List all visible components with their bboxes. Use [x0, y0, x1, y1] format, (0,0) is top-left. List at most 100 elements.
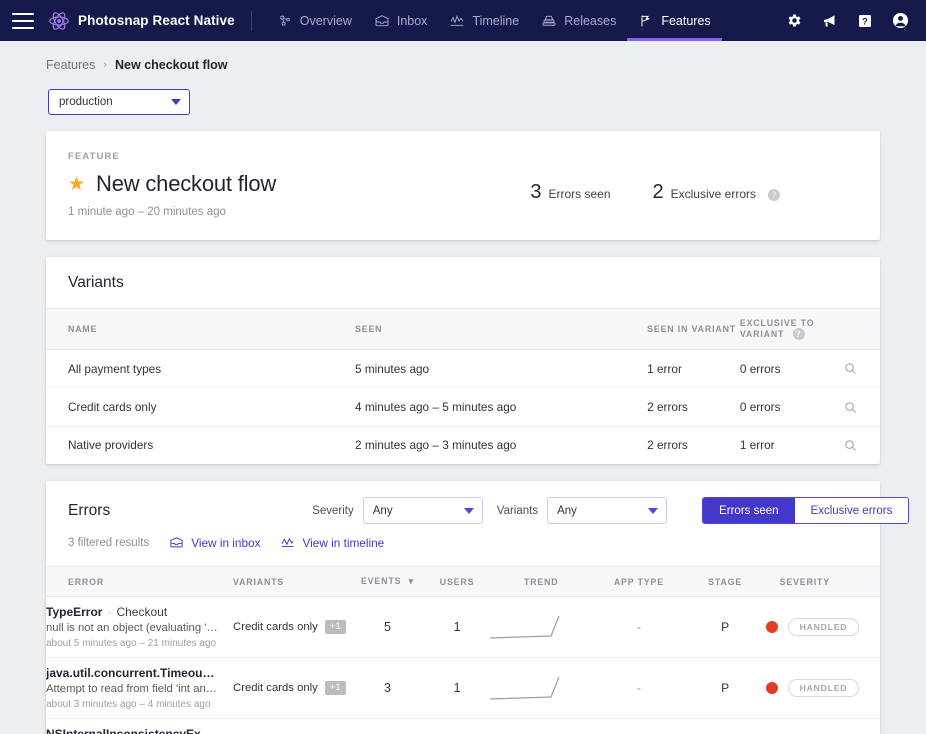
variant-chip-more[interactable]: +1 [324, 620, 346, 634]
errors-card: Errors Severity Any Variants Any Errors … [46, 481, 910, 734]
toggle-errors-seen[interactable]: Errors seen [703, 498, 795, 524]
variants-card-header: Variants [46, 257, 880, 308]
help-icon[interactable]: ? [857, 13, 873, 29]
view-in-timeline-link[interactable]: View in timeline [280, 535, 384, 550]
nav-item-inbox[interactable]: Inbox [363, 0, 439, 41]
feature-stats: 3 Errors seen 2 Exclusive errors ? [530, 151, 858, 218]
table-row[interactable]: java.util.concurrent.TimeoutEx… Attempt … [46, 657, 880, 720]
gear-icon[interactable] [786, 12, 803, 29]
variant-exclusive-to-variant: 0 errors [739, 349, 843, 389]
hamburger-icon[interactable] [12, 12, 34, 29]
error-users: 1 [424, 657, 490, 720]
timeline-icon [280, 535, 295, 550]
error-events: 5 [350, 596, 425, 659]
table-row[interactable]: NSInternalInconsistencyExcep… You haven'… [46, 719, 880, 734]
error-type: TypeError [46, 605, 103, 620]
flag-icon [638, 13, 654, 29]
errors-card-header: Errors Severity Any Variants Any Errors … [46, 481, 910, 566]
search-icon[interactable] [843, 438, 858, 453]
error-app-type: - [593, 596, 685, 659]
nav-item-releases-label: Releases [564, 13, 617, 28]
table-row[interactable]: Native providers 2 minutes ago – 3 minut… [46, 426, 880, 464]
sparkline-icon [489, 675, 593, 701]
error-stage: P [685, 719, 766, 734]
error-title: java.util.concurrent.TimeoutEx… [46, 666, 218, 680]
releases-icon [541, 13, 557, 29]
overview-icon [277, 13, 293, 29]
variant-chip-more[interactable]: +1 [324, 681, 346, 695]
variants-table: NAME SEEN SEEN IN VARIANT EXCLUSIVE TO V… [46, 308, 880, 464]
severity-filter-label: Severity [312, 504, 354, 517]
variants-filter-value: Any [557, 504, 577, 517]
status-badge: HANDLED [787, 618, 860, 637]
table-row[interactable]: All payment types 5 minutes ago 1 error … [46, 349, 880, 389]
errors-filters: Severity Any Variants Any Errors seen Ex… [312, 497, 910, 525]
variant-seen: 2 minutes ago – 3 minutes ago [355, 438, 517, 453]
toggle-exclusive-errors[interactable]: Exclusive errors [794, 498, 909, 524]
account-icon[interactable] [891, 11, 910, 30]
breadcrumb-parent[interactable]: Features [46, 58, 95, 72]
nav-item-timeline[interactable]: Timeline [438, 0, 530, 41]
errors-view-toggle: Errors seen Exclusive errors [702, 497, 910, 525]
chevron-down-icon: ▾ [408, 576, 414, 587]
megaphone-icon[interactable] [821, 12, 839, 30]
error-events: 1 [350, 719, 425, 734]
brand-link[interactable]: Photosnap React Native [48, 10, 235, 32]
top-navigation-bar: Photosnap React Native Overview Inbox Ti… [0, 0, 926, 41]
error-severity: HANDLED [765, 596, 880, 659]
variants-col-name: NAME [46, 308, 356, 350]
nav-item-overview[interactable]: Overview [266, 0, 363, 41]
errors-col-variants: VARIANTS [233, 566, 351, 598]
variant-seen-in-variant: 2 errors [647, 438, 688, 453]
view-in-inbox-link[interactable]: View in inbox [169, 535, 260, 550]
variant-name: Native providers [68, 438, 154, 453]
variant-seen: 4 minutes ago – 5 minutes ago [355, 387, 648, 427]
variants-filter: Variants Any [496, 497, 668, 525]
variants-col-exclusive-to-variant: EXCLUSIVE TO VARIANT ? [739, 308, 843, 350]
error-context: Checkout [116, 605, 168, 620]
variants-col-actions [843, 308, 880, 350]
help-circle-icon[interactable]: ? [768, 189, 780, 201]
errors-col-events[interactable]: EVENTS ▾ [350, 566, 425, 598]
errors-col-severity: SEVERITY [765, 566, 880, 598]
help-circle-icon[interactable]: ? [792, 328, 805, 340]
errors-header-top: Errors Severity Any Variants Any Errors … [68, 497, 910, 525]
variants-filter-label: Variants [496, 504, 539, 517]
variants-card: Variants NAME SEEN SEEN IN VARIANT EXCLU… [46, 257, 880, 465]
nav-item-features[interactable]: Features [627, 0, 723, 41]
variant-name: All payment types [46, 349, 356, 389]
stat-errors-seen: 3 Errors seen [530, 181, 610, 218]
environment-select[interactable]: production [48, 89, 190, 115]
error-trend [489, 596, 594, 659]
error-timespan: about 3 minutes ago – 4 minutes ago [46, 699, 211, 711]
error-type: NSInternalInconsistencyExcep… [46, 727, 218, 734]
table-row[interactable]: Credit cards only 4 minutes ago – 5 minu… [46, 387, 880, 427]
nav-item-releases[interactable]: Releases [530, 0, 627, 41]
variant-seen: 5 minutes ago [355, 349, 648, 389]
errors-col-trend: TREND [489, 566, 594, 598]
error-type: java.util.concurrent.TimeoutEx… [46, 666, 218, 681]
search-icon[interactable] [843, 361, 858, 376]
nav-right-icons: ? [786, 11, 910, 30]
severity-filter-select[interactable]: Any [362, 497, 483, 525]
errors-title: Errors [68, 501, 111, 519]
error-title: TypeError · Checkout [46, 605, 218, 619]
variant-actions [843, 387, 880, 427]
variants-title: Variants [68, 274, 124, 291]
table-row[interactable]: TypeError · Checkout null is not an object… [46, 596, 880, 659]
variants-col-seen: SEEN [355, 308, 648, 350]
error-title-separator: · [107, 605, 112, 620]
error-trend [489, 657, 594, 720]
feature-title-row: ★ New checkout flow [68, 171, 530, 197]
error-trend [489, 719, 593, 734]
severity-dot-icon [765, 682, 778, 695]
error-variants-cell: Credit cards only +1 [233, 657, 351, 720]
variants-filter-select[interactable]: Any [547, 497, 668, 525]
stat-exclusive-errors-value: 2 [652, 181, 664, 203]
variant-seen-in-variant: 2 errors [647, 387, 740, 427]
variant-seen-in-variant: 1 error [647, 349, 740, 389]
search-icon[interactable] [843, 400, 858, 415]
brand-title: Photosnap React Native [78, 13, 235, 28]
feature-header-left: FEATURE ★ New checkout flow 1 minute ago… [68, 151, 530, 218]
variants-table-header-row: NAME SEEN SEEN IN VARIANT EXCLUSIVE TO V… [46, 308, 880, 350]
